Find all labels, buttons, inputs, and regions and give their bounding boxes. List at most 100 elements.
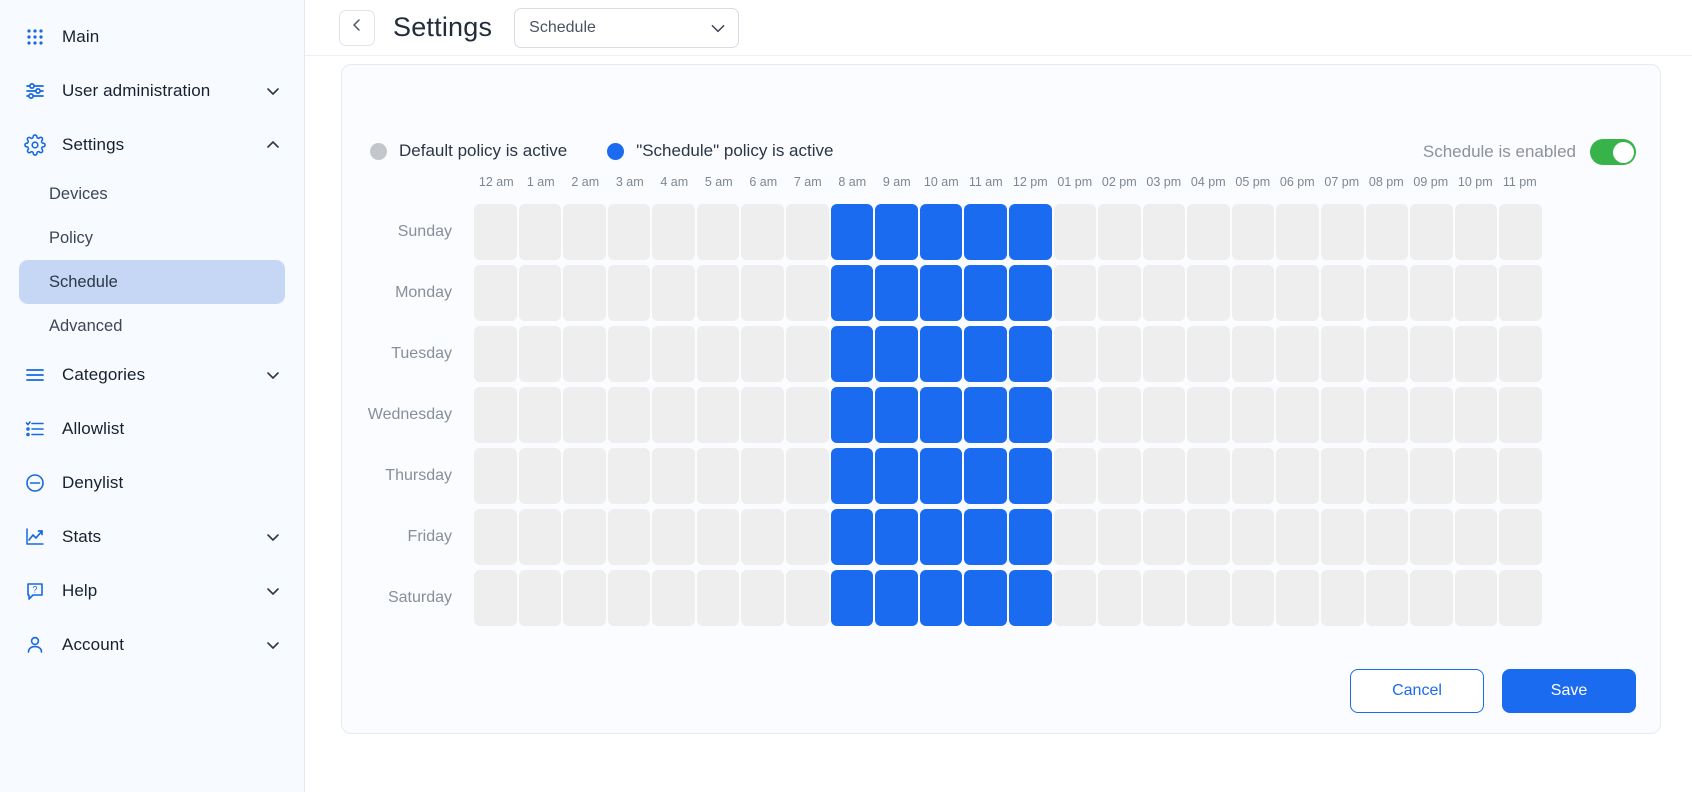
schedule-cell[interactable] [1187, 386, 1230, 443]
schedule-cell[interactable] [1499, 386, 1542, 443]
schedule-cell[interactable] [607, 264, 651, 321]
schedule-cell[interactable] [786, 386, 829, 443]
schedule-cell[interactable] [607, 203, 651, 260]
schedule-cell[interactable] [1053, 264, 1097, 321]
schedule-cell[interactable] [830, 386, 874, 443]
schedule-cell[interactable] [919, 264, 963, 321]
schedule-cell[interactable] [1410, 569, 1453, 626]
chevron-down-icon[interactable] [264, 82, 282, 100]
schedule-cell[interactable] [741, 203, 785, 260]
schedule-cell[interactable] [652, 325, 695, 382]
schedule-cell[interactable] [696, 264, 740, 321]
schedule-cell[interactable] [919, 447, 963, 504]
schedule-cell[interactable] [1499, 203, 1542, 260]
chevron-down-icon[interactable] [264, 582, 282, 600]
sidebar-subitem-devices[interactable]: Devices [19, 172, 285, 216]
schedule-cell[interactable] [830, 325, 874, 382]
schedule-cell[interactable] [1410, 386, 1453, 443]
schedule-cell[interactable] [696, 325, 740, 382]
schedule-enable-toggle[interactable] [1590, 139, 1636, 165]
schedule-cell[interactable] [1142, 569, 1186, 626]
schedule-cell[interactable] [1008, 569, 1052, 626]
schedule-cell[interactable] [1231, 447, 1275, 504]
schedule-cell[interactable] [964, 386, 1007, 443]
save-button[interactable]: Save [1502, 669, 1636, 713]
schedule-cell[interactable] [786, 325, 829, 382]
chevron-down-icon[interactable] [264, 636, 282, 654]
schedule-cell[interactable] [1454, 447, 1498, 504]
schedule-cell[interactable] [1499, 264, 1542, 321]
schedule-cell[interactable] [1454, 508, 1498, 565]
schedule-cell[interactable] [786, 569, 829, 626]
schedule-cell[interactable] [875, 569, 918, 626]
schedule-cell[interactable] [696, 569, 740, 626]
schedule-cell[interactable] [1231, 203, 1275, 260]
schedule-cell[interactable] [474, 264, 517, 321]
schedule-cell[interactable] [607, 569, 651, 626]
schedule-cell[interactable] [1008, 508, 1052, 565]
schedule-cell[interactable] [741, 569, 785, 626]
schedule-cell[interactable] [964, 325, 1007, 382]
schedule-cell[interactable] [652, 203, 695, 260]
sidebar-item-categories[interactable]: Categories [0, 348, 304, 402]
sidebar-subitem-policy[interactable]: Policy [19, 216, 285, 260]
schedule-cell[interactable] [696, 386, 740, 443]
sidebar-subitem-schedule[interactable]: Schedule [19, 260, 285, 304]
schedule-cell[interactable] [1187, 508, 1230, 565]
cancel-button[interactable]: Cancel [1350, 669, 1484, 713]
schedule-cell[interactable] [474, 386, 517, 443]
schedule-cell[interactable] [563, 203, 606, 260]
schedule-cell[interactable] [1365, 386, 1409, 443]
schedule-cell[interactable] [607, 447, 651, 504]
schedule-cell[interactable] [652, 508, 695, 565]
schedule-cell[interactable] [1008, 386, 1052, 443]
schedule-cell[interactable] [1410, 447, 1453, 504]
schedule-cell[interactable] [1187, 325, 1230, 382]
schedule-cell[interactable] [652, 447, 695, 504]
schedule-cell[interactable] [1454, 203, 1498, 260]
schedule-cell[interactable] [1320, 447, 1364, 504]
schedule-cell[interactable] [696, 447, 740, 504]
sidebar-item-main[interactable]: Main [0, 10, 304, 64]
schedule-cell[interactable] [964, 264, 1007, 321]
schedule-cell[interactable] [563, 447, 606, 504]
schedule-cell[interactable] [830, 447, 874, 504]
schedule-cell[interactable] [1499, 325, 1542, 382]
schedule-cell[interactable] [1365, 447, 1409, 504]
schedule-cell[interactable] [518, 569, 562, 626]
schedule-cell[interactable] [830, 569, 874, 626]
schedule-cell[interactable] [875, 325, 918, 382]
schedule-cell[interactable] [474, 203, 517, 260]
schedule-cell[interactable] [652, 569, 695, 626]
sidebar-item-user-administration[interactable]: User administration [0, 64, 304, 118]
schedule-cell[interactable] [1053, 447, 1097, 504]
chevron-down-icon[interactable] [264, 366, 282, 384]
schedule-cell[interactable] [1142, 508, 1186, 565]
schedule-cell[interactable] [1454, 264, 1498, 321]
schedule-cell[interactable] [1231, 508, 1275, 565]
schedule-cell[interactable] [1231, 325, 1275, 382]
schedule-cell[interactable] [741, 447, 785, 504]
schedule-cell[interactable] [875, 203, 918, 260]
schedule-cell[interactable] [1053, 508, 1097, 565]
schedule-cell[interactable] [474, 325, 517, 382]
schedule-cell[interactable] [1365, 508, 1409, 565]
schedule-cell[interactable] [1320, 508, 1364, 565]
schedule-cell[interactable] [1276, 569, 1319, 626]
schedule-cell[interactable] [1053, 569, 1097, 626]
schedule-cell[interactable] [964, 447, 1007, 504]
section-select-value[interactable]: Schedule [514, 7, 740, 48]
schedule-cell[interactable] [474, 569, 517, 626]
schedule-cell[interactable] [1008, 264, 1052, 321]
schedule-cell[interactable] [875, 264, 918, 321]
schedule-cell[interactable] [1410, 508, 1453, 565]
back-button[interactable] [339, 9, 375, 46]
schedule-cell[interactable] [830, 508, 874, 565]
schedule-cell[interactable] [1053, 203, 1097, 260]
schedule-cell[interactable] [964, 569, 1007, 626]
schedule-cell[interactable] [518, 264, 562, 321]
schedule-cell[interactable] [607, 386, 651, 443]
schedule-cell[interactable] [1320, 325, 1364, 382]
schedule-cell[interactable] [1276, 203, 1319, 260]
sidebar-item-settings[interactable]: Settings [0, 118, 304, 172]
